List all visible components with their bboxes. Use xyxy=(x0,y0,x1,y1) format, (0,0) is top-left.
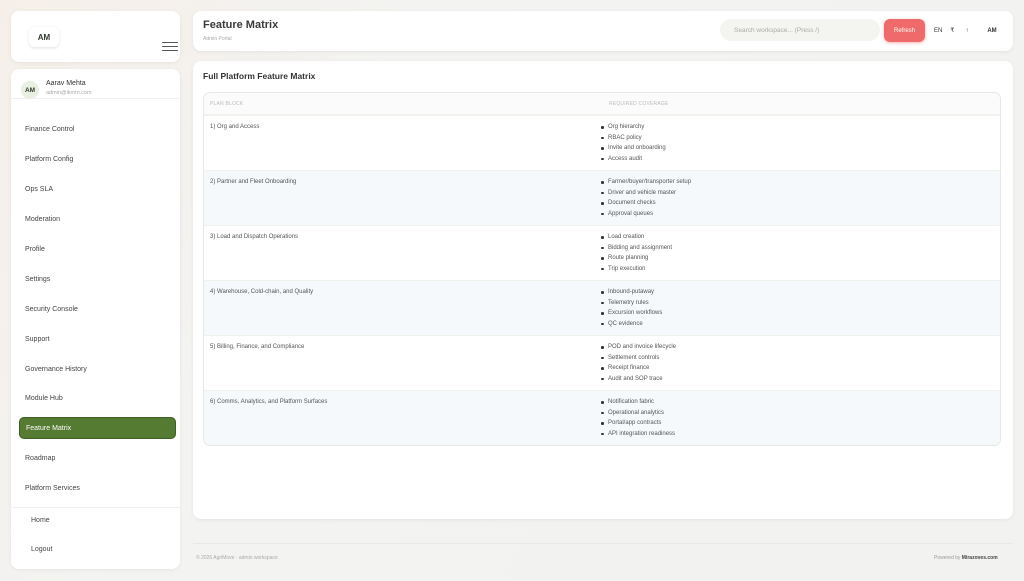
plan-block-label: 4) Warehouse, Cold-chain, and Quality xyxy=(210,289,314,295)
page-title: Feature Matrix xyxy=(203,19,279,31)
plan-block-label: 5) Billing, Finance, and Compliance xyxy=(210,344,305,350)
sidebar-item-platform-services[interactable]: Platform Services xyxy=(19,477,176,499)
table-row: 2) Partner and Fleet Onboarding Farmer/b… xyxy=(204,170,1000,225)
divider xyxy=(11,98,180,99)
column-header-plan-block: PLAN BLOCK xyxy=(210,101,244,107)
user-email: admin@ikmm.com xyxy=(46,90,92,96)
coverage-list: Org hierarchy RBAC policy Invite and onb… xyxy=(601,122,666,164)
coverage-item: Inbound-putaway xyxy=(601,287,662,298)
table-header: PLAN BLOCK REQUIRED COVERAGE xyxy=(204,93,1000,115)
coverage-list: Farmer/buyer/transporter setup Driver an… xyxy=(601,177,691,219)
profile-avatar-button[interactable]: AM xyxy=(981,20,1003,42)
footer-divider xyxy=(193,543,1013,544)
plan-block-label: 1) Org and Access xyxy=(210,124,260,130)
coverage-item: Driver and vehicle master xyxy=(601,188,691,199)
page-subtitle: Admin Portal xyxy=(203,36,232,42)
coverage-item: Route planning xyxy=(601,253,672,264)
coverage-item: Audit and SOP trace xyxy=(601,374,676,385)
logout-link[interactable]: Logout xyxy=(31,546,52,553)
coverage-item: Excursion workflows xyxy=(601,308,662,319)
sidebar-item-support[interactable]: Support xyxy=(19,328,176,350)
coverage-item: Bidding and assignment xyxy=(601,243,672,254)
coverage-list: Inbound-putaway Telemetry rules Excursio… xyxy=(601,287,662,329)
coverage-item: Operational analytics xyxy=(601,408,675,419)
table-row: 4) Warehouse, Cold-chain, and Quality In… xyxy=(204,280,1000,335)
user-name: Aarav Mehta xyxy=(46,80,86,87)
coverage-item: Trip execution xyxy=(601,264,672,275)
coverage-item: Portal/app contracts xyxy=(601,418,675,429)
sidebar-item-security-console[interactable]: Security Console xyxy=(19,298,176,320)
sidebar-item-governance-history[interactable]: Governance History xyxy=(19,358,176,380)
section-title: Full Platform Feature Matrix xyxy=(203,71,316,81)
table-row: 3) Load and Dispatch Operations Load cre… xyxy=(204,225,1000,280)
coverage-item: Approval queues xyxy=(601,209,691,220)
coverage-item: Telemetry rules xyxy=(601,298,662,309)
sidebar-item-finance-control[interactable]: Finance Control xyxy=(19,118,176,140)
sidebar: AM Aarav Mehta admin@ikmm.com Finance Co… xyxy=(11,69,180,569)
currency-toggle[interactable]: ₹ xyxy=(948,25,956,36)
sidebar-item-settings[interactable]: Settings xyxy=(19,268,176,290)
divider xyxy=(11,507,180,508)
coverage-list: POD and invoice lifecycle Settlement con… xyxy=(601,342,676,384)
coverage-item: Org hierarchy xyxy=(601,122,666,133)
plan-block-label: 3) Load and Dispatch Operations xyxy=(210,234,299,240)
sidebar-item-profile[interactable]: Profile xyxy=(19,238,176,260)
coverage-item: POD and invoice lifecycle xyxy=(601,342,676,353)
sidebar-item-roadmap[interactable]: Roadmap xyxy=(19,447,176,469)
coverage-item: Receipt finance xyxy=(601,363,676,374)
powered-by-link[interactable]: Mirazoves.com xyxy=(962,555,998,561)
sidebar-item-ops-sla[interactable]: Ops SLA xyxy=(19,178,176,200)
coverage-item: Farmer/buyer/transporter setup xyxy=(601,177,691,188)
plan-block-label: 2) Partner and Fleet Onboarding xyxy=(210,179,297,185)
coverage-item: QC evidence xyxy=(601,319,662,330)
brand-card: AM xyxy=(11,11,180,62)
coverage-item: Access audit xyxy=(601,154,666,165)
table-row: 6) Comms, Analytics, and Platform Surfac… xyxy=(204,390,1000,445)
footer-powered-by: Powered by Mirazoves.com xyxy=(934,555,998,561)
language-currency-switcher[interactable]: EN ₹ xyxy=(932,21,956,40)
coverage-item: Invite and onboarding xyxy=(601,143,666,154)
plan-block-label: 6) Comms, Analytics, and Platform Surfac… xyxy=(210,399,328,405)
coverage-item: API integration readiness xyxy=(601,429,675,440)
upload-icon[interactable]: ↑ xyxy=(958,21,976,40)
hamburger-menu-icon[interactable] xyxy=(162,42,178,51)
user-avatar: AM xyxy=(21,81,39,99)
column-header-required-coverage: REQUIRED COVERAGE xyxy=(609,101,669,107)
sidebar-item-module-hub[interactable]: Module Hub xyxy=(19,387,176,409)
language-toggle[interactable]: EN xyxy=(932,26,944,36)
brand-logo[interactable]: AM xyxy=(29,27,59,47)
home-link[interactable]: Home xyxy=(31,517,50,524)
coverage-item: Load creation xyxy=(601,232,672,243)
feature-matrix-table: PLAN BLOCK REQUIRED COVERAGE 1) Org and … xyxy=(203,92,1001,446)
main-content: Full Platform Feature Matrix PLAN BLOCK … xyxy=(193,61,1013,519)
sidebar-item-moderation[interactable]: Moderation xyxy=(19,208,176,230)
coverage-item: Document checks xyxy=(601,198,691,209)
footer-copyright: © 2026 AgriMove · admin workspace xyxy=(196,555,278,561)
table-row: 1) Org and Access Org hierarchy RBAC pol… xyxy=(204,115,1000,170)
header: Feature Matrix Admin Portal Refresh EN ₹… xyxy=(193,11,1013,51)
coverage-item: Notification fabric xyxy=(601,397,675,408)
user-profile-row[interactable]: AM Aarav Mehta admin@ikmm.com xyxy=(21,77,171,107)
coverage-item: Settlement controls xyxy=(601,353,676,364)
coverage-item: RBAC policy xyxy=(601,133,666,144)
sidebar-item-feature-matrix[interactable]: Feature Matrix xyxy=(19,417,176,439)
coverage-list: Notification fabric Operational analytic… xyxy=(601,397,675,439)
refresh-button[interactable]: Refresh xyxy=(884,19,925,42)
sidebar-item-platform-config[interactable]: Platform Config xyxy=(19,148,176,170)
table-row: 5) Billing, Finance, and Compliance POD … xyxy=(204,335,1000,390)
search-input[interactable] xyxy=(720,19,880,41)
coverage-list: Load creation Bidding and assignment Rou… xyxy=(601,232,672,274)
